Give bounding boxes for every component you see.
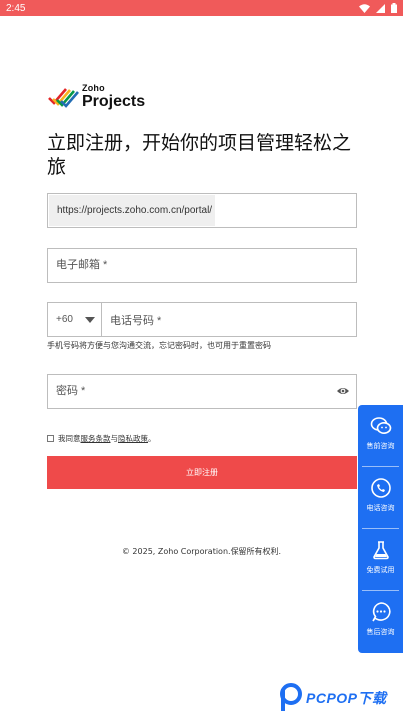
signal-icon <box>376 3 385 13</box>
agreement-suffix: 。 <box>148 434 156 443</box>
side-item-presales[interactable]: 售前咨询 <box>358 405 403 467</box>
portal-url-prefix: https://projects.zoho.com.cn/portal/ <box>49 195 215 226</box>
side-item-phone-label: 电话咨询 <box>366 504 395 512</box>
phone-icon <box>370 478 391 498</box>
copyright-footer: © 2025, Zoho Corporation.保留所有权利. <box>121 547 282 556</box>
email-field[interactable]: 电子邮箱 * <box>47 248 357 283</box>
page-title: 立即注册，开始你的项目管理轻松之旅 <box>47 132 352 178</box>
side-item-phone[interactable]: 电话咨询 <box>358 467 403 529</box>
country-code-value: +60 <box>56 314 73 325</box>
phone-number-input[interactable]: 电话号码 * <box>102 303 356 336</box>
side-item-aftersales-label: 售后咨询 <box>366 628 395 636</box>
zoho-projects-logo-icon <box>48 88 79 108</box>
agreement-prefix: 我同意 <box>58 434 81 443</box>
wifi-icon <box>359 3 370 13</box>
portal-url-field[interactable]: https://projects.zoho.com.cn/portal/ <box>47 193 357 228</box>
phone-hint: 手机号码将方便与您沟通交流，忘记密码时，也可用于重置密码 <box>47 341 271 350</box>
zoho-projects-logo: Zoho Projects <box>47 84 145 110</box>
pcpop-logo-icon <box>280 683 302 711</box>
battery-icon <box>391 3 397 13</box>
status-bar: 2:45 <box>0 0 403 16</box>
password-field[interactable]: 密码 * <box>47 374 357 409</box>
show-password-icon[interactable] <box>336 384 350 398</box>
agreement-checkbox[interactable] <box>47 435 54 442</box>
logo-projects-text: Projects <box>82 93 146 110</box>
phone-placeholder: 电话号码 * <box>110 314 162 327</box>
email-placeholder: 电子邮箱 * <box>56 259 108 271</box>
side-item-presales-label: 售前咨询 <box>366 442 395 450</box>
password-placeholder: 密码 * <box>56 385 86 397</box>
register-button[interactable]: 立即注册 <box>47 456 357 489</box>
country-code-select[interactable]: +60 <box>48 303 102 336</box>
contact-side-panel: 售前咨询 电话咨询 免费试用 售后咨询 <box>358 405 403 653</box>
pcpop-watermark: PCPOP下载 <box>277 683 387 713</box>
status-time: 2:45 <box>6 2 26 14</box>
privacy-link[interactable]: 隐私政策 <box>118 433 148 444</box>
logo-zoho-text: Zoho <box>82 83 105 93</box>
flask-icon <box>372 541 389 560</box>
side-item-trial-label: 免费试用 <box>366 566 395 574</box>
phone-field[interactable]: +60 电话号码 * <box>47 302 357 337</box>
chat-bubble-icon <box>371 602 391 622</box>
chevron-down-icon <box>85 317 95 323</box>
side-item-aftersales[interactable]: 售后咨询 <box>358 591 403 653</box>
side-item-trial[interactable]: 免费试用 <box>358 529 403 591</box>
agreement-row: 我同意 服务条款 与 隐私政策 。 <box>47 433 156 444</box>
agreement-and: 与 <box>110 434 119 443</box>
watermark-text: PCPOP下载 <box>306 690 387 706</box>
terms-link[interactable]: 服务条款 <box>81 433 111 444</box>
wechat-icon <box>370 417 391 434</box>
